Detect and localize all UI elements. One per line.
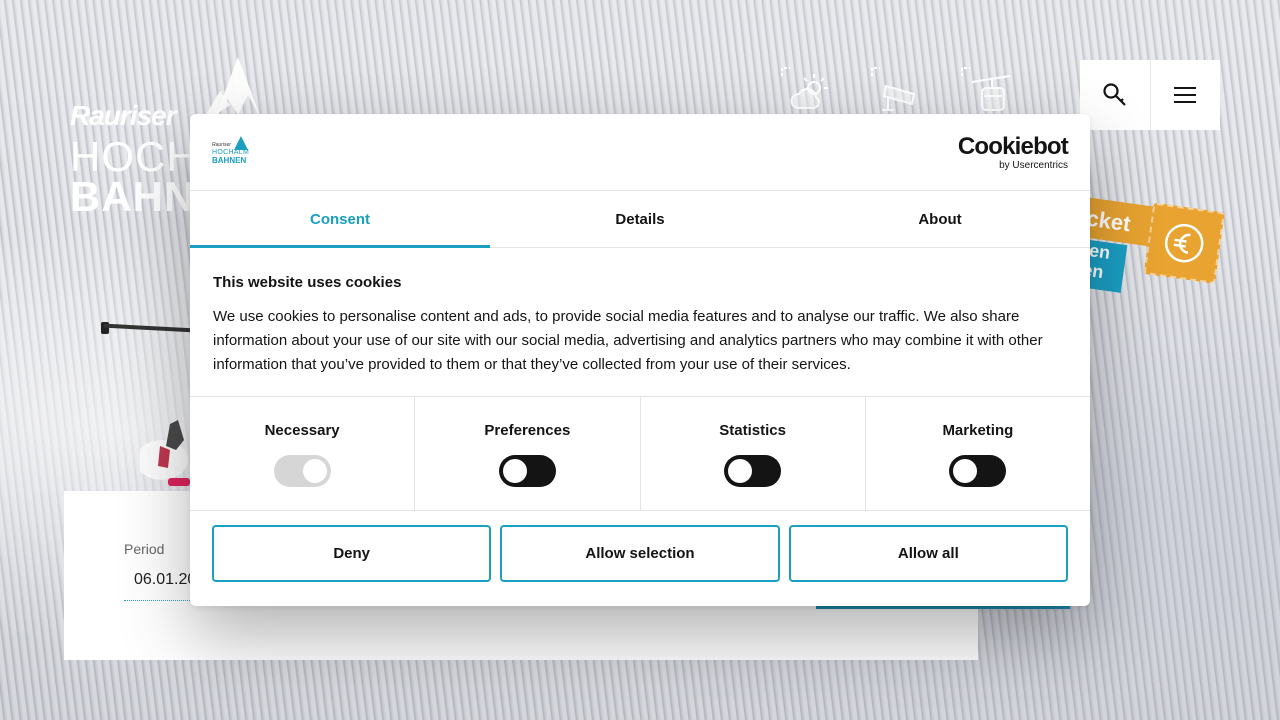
deny-button[interactable]: Deny [212,525,492,582]
hochalmbahnen-logo: Rauriser HOCHALM BAHNEN [210,136,250,168]
menu-button[interactable] [1151,60,1221,130]
weather-icon[interactable] [780,66,832,114]
toggle-preferences-cell: Preferences [415,397,641,510]
piggy-bank-euro-icon [1143,202,1225,284]
period-input[interactable]: 06.01.20 [134,571,196,589]
consent-toggles: Necessary Preferences Statistics Marketi… [190,397,1090,511]
gondola-icon[interactable] [960,66,1012,114]
search-icon [1103,83,1126,106]
toggle-preferences-label: Preferences [484,422,571,439]
dialog-tabs: Consent Details About [190,191,1090,248]
cookiebot-sub: by Usercentrics [999,160,1068,171]
consent-text: We use cookies to personalise content an… [213,308,1043,373]
toggle-marketing-cell: Marketing [866,397,1090,510]
consent-title: This website uses cookies [213,274,402,291]
ticket-badge[interactable]: cket hen ren [1065,186,1227,298]
toggle-statistics-label: Statistics [719,422,786,439]
search-button[interactable] [1080,60,1150,130]
toggle-necessary-cell: Necessary [190,397,416,510]
cookie-consent-dialog: Rauriser HOCHALM BAHNEN Cookiebot by Use… [190,114,1090,606]
cookiebot-name: Cookiebot [957,133,1069,160]
logo-line-1: Rauriser [70,100,177,131]
logo-line-3: BAHN [70,173,196,220]
allow-selection-button[interactable]: Allow selection [500,525,780,582]
toggle-preferences[interactable] [498,455,556,487]
toggle-statistics-cell: Statistics [641,397,866,510]
toggle-statistics[interactable] [724,455,782,487]
period-label: Period [124,541,165,557]
tab-consent[interactable]: Consent [190,191,490,248]
toggle-marketing-label: Marketing [942,422,1014,439]
peak-icon [234,136,248,150]
dialog-actions: Deny Allow selection Allow all [190,511,1090,596]
toggle-marketing[interactable] [949,455,1007,487]
cookiebot-logo[interactable]: Cookiebot by Usercentrics [957,133,1069,172]
dialog-header: Rauriser HOCHALM BAHNEN Cookiebot by Use… [190,114,1090,191]
toggle-necessary-label: Necessary [264,422,340,439]
header-nav [1080,60,1220,130]
allow-all-button[interactable]: Allow all [788,525,1068,582]
consent-body: This website uses cookies We use cookies… [190,248,1090,397]
menu-icon [1174,87,1197,103]
tab-details[interactable]: Details [490,191,790,247]
tab-about[interactable]: About [790,191,1090,247]
toggle-necessary [273,455,331,487]
webcam-icon[interactable] [870,66,922,114]
